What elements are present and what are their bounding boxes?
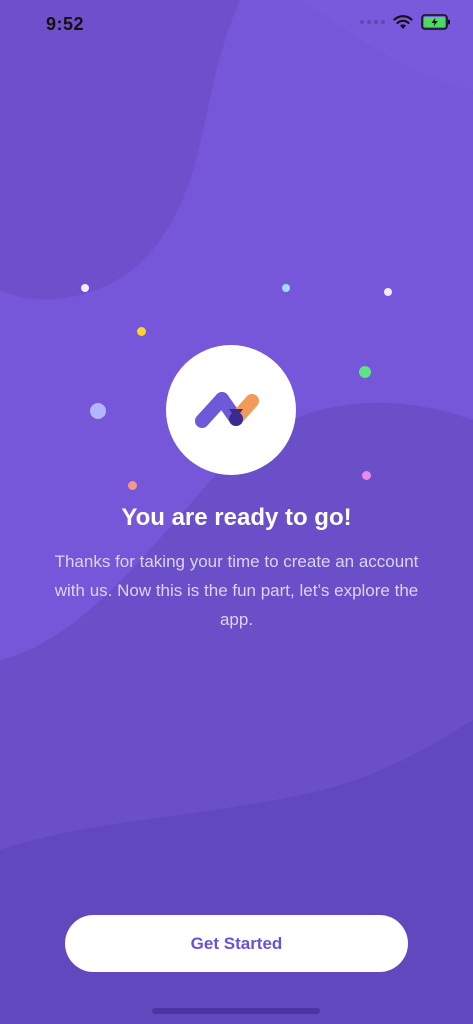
battery-charging-icon: [421, 14, 450, 30]
confetti-dot: [128, 481, 137, 490]
status-indicators: [360, 14, 451, 30]
status-bar: 9:52: [0, 0, 473, 48]
confetti-dot: [384, 288, 392, 296]
confetti-dot: [137, 327, 146, 336]
home-indicator: [152, 1008, 320, 1014]
confetti-dot: [359, 366, 371, 378]
confetti-dot: [90, 403, 106, 419]
app-logo: [166, 345, 296, 475]
signal-icon: [360, 20, 385, 24]
app-logo-icon: [195, 392, 259, 428]
confetti-dot: [282, 284, 290, 292]
confetti-dot: [362, 471, 371, 480]
page-title: You are ready to go!: [121, 504, 352, 531]
status-time: 9:52: [46, 14, 85, 34]
get-started-button[interactable]: Get Started: [65, 915, 408, 972]
page-description: Thanks for taking your time to create an…: [54, 552, 419, 629]
confetti-dot: [81, 284, 89, 292]
wifi-icon: [393, 15, 413, 29]
